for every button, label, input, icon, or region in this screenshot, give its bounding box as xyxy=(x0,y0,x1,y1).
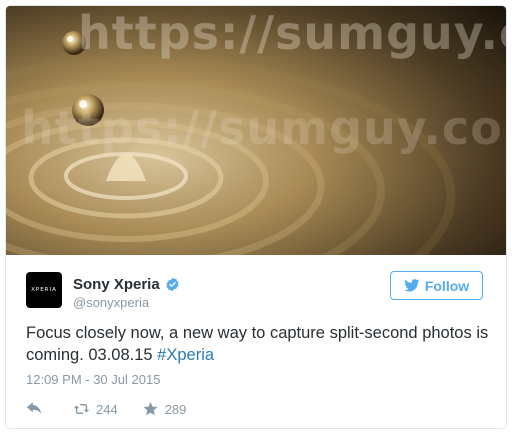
twitter-bird-icon xyxy=(403,279,420,292)
hashtag-link[interactable]: #Xperia xyxy=(157,346,214,364)
tweet-card: https://sumguy.com https://sumguy.com XP… xyxy=(5,5,507,429)
tweet-actions: 244 289 xyxy=(26,399,210,419)
favorite-button[interactable]: 289 xyxy=(142,401,187,417)
tweet-photo[interactable]: https://sumguy.com https://sumguy.com xyxy=(6,6,506,255)
reply-button[interactable] xyxy=(26,402,49,416)
tweet-text: Focus closely now, a new way to capture … xyxy=(26,322,496,366)
favorite-count: 289 xyxy=(164,401,187,417)
retweet-button[interactable]: 244 xyxy=(73,402,118,417)
user-display-name[interactable]: Sony Xperia xyxy=(73,276,160,293)
watermark-text: https://sumguy.com xyxy=(21,101,507,155)
tweet-body: Focus closely now, a new way to capture … xyxy=(26,324,489,364)
user-handle[interactable]: @sonyxperia xyxy=(73,295,149,310)
retweet-icon xyxy=(73,404,90,414)
avatar[interactable]: XPERIA xyxy=(26,272,62,308)
watermark-text: https://sumguy.com xyxy=(78,6,506,60)
star-icon xyxy=(143,402,158,416)
user-display-name-row[interactable]: Sony Xperia xyxy=(73,276,180,293)
retweet-count: 244 xyxy=(96,401,118,417)
verified-badge-icon xyxy=(165,277,180,292)
avatar-label: XPERIA xyxy=(31,287,57,293)
follow-button[interactable]: Follow xyxy=(390,271,483,300)
reply-arrow-icon xyxy=(26,402,42,415)
follow-button-label: Follow xyxy=(424,277,470,294)
tweet-timestamp[interactable]: 12:09 PM - 30 Jul 2015 xyxy=(26,372,160,387)
